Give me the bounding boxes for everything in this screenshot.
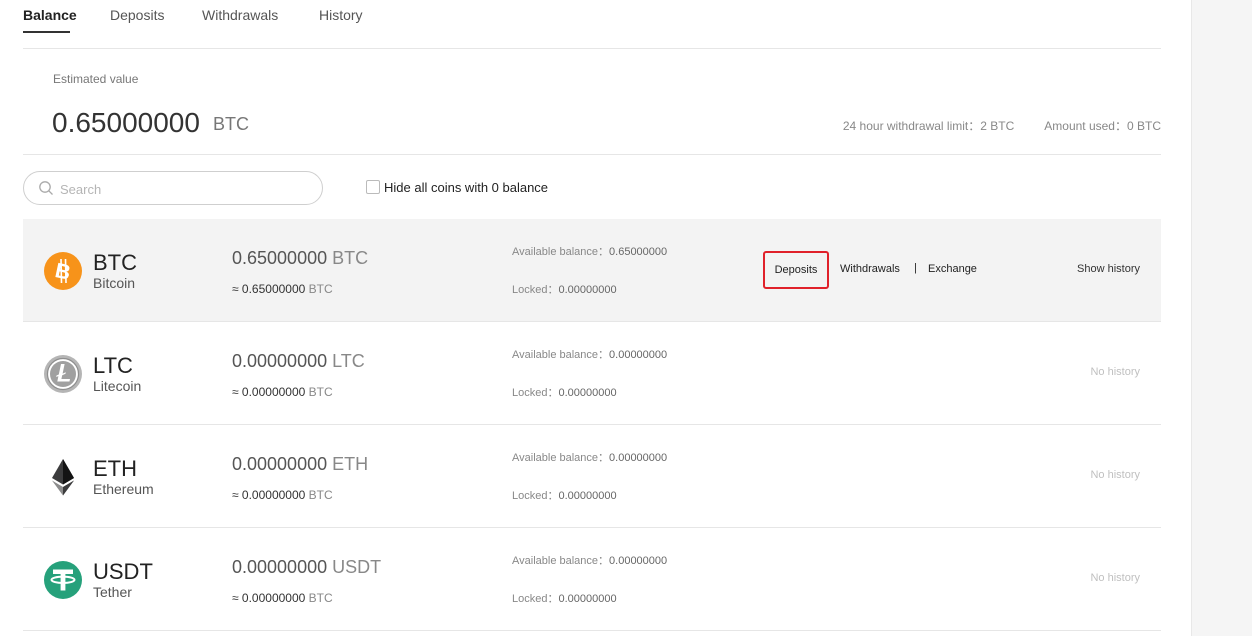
no-history-label: No history <box>1090 469 1140 481</box>
tab-balance[interactable]: Balance <box>23 6 77 24</box>
coin-name: Bitcoin <box>93 275 136 291</box>
locked-balance-label: Locked： <box>512 490 559 502</box>
hide-zero-balance-toggle[interactable]: Hide all coins with 0 balance <box>366 180 548 196</box>
tab-history[interactable]: History <box>319 6 363 24</box>
coin-balance: 0.00000000 LTC <box>232 350 365 372</box>
coin-balance-amount: 0.00000000 <box>232 454 328 474</box>
coin-row-usdt: USDT Tether 0.00000000 USDT ≈ 0.00000000… <box>23 528 1161 631</box>
available-balance-label: Available balance： <box>512 246 610 258</box>
no-history-label: No history <box>1090 572 1140 584</box>
coin-balance-unit: LTC <box>332 351 365 371</box>
bitcoin-icon: B <box>44 252 82 290</box>
available-balance: Available balance：0.00000000 <box>512 451 667 465</box>
coin-balance-amount: 0.00000000 <box>232 351 328 371</box>
locked-balance: Locked：0.00000000 <box>512 592 617 606</box>
btc-equivalent-amount: ≈ 0.00000000 <box>232 591 306 605</box>
coin-balance: 0.65000000 BTC <box>232 247 368 269</box>
available-balance-value: 0.65000000 <box>609 246 668 258</box>
locked-balance: Locked：0.00000000 <box>512 283 617 297</box>
withdrawals-button[interactable]: Withdrawals <box>840 263 900 275</box>
coin-balance: 0.00000000 ETH <box>232 453 368 475</box>
search-input[interactable] <box>58 177 312 201</box>
amount-used-label: Amount used： <box>1044 119 1127 133</box>
search-icon <box>39 181 53 195</box>
btc-equivalent-amount: ≈ 0.00000000 <box>232 488 306 502</box>
available-balance: Available balance：0.00000000 <box>512 348 667 362</box>
locked-balance-value: 0.00000000 <box>558 593 617 605</box>
coin-btc-equivalent: ≈ 0.00000000 BTC <box>232 385 333 399</box>
available-balance-label: Available balance： <box>512 349 610 361</box>
locked-balance: Locked：0.00000000 <box>512 489 617 503</box>
available-balance-value: 0.00000000 <box>609 555 668 567</box>
divider <box>23 154 1161 155</box>
coin-balance-unit: BTC <box>332 248 369 268</box>
search-box[interactable] <box>23 171 323 205</box>
btc-equivalent-unit: BTC <box>308 488 333 502</box>
coin-symbol: BTC <box>93 250 137 275</box>
estimated-value-unit: BTC <box>213 114 249 134</box>
btc-equivalent-unit: BTC <box>308 282 333 296</box>
btc-equivalent-unit: BTC <box>308 591 333 605</box>
coin-name: Ethereum <box>93 481 154 497</box>
coin-btc-equivalent: ≈ 0.00000000 BTC <box>232 488 333 502</box>
available-balance: Available balance：0.65000000 <box>512 245 667 259</box>
coin-name: Tether <box>93 584 132 600</box>
amount-used-value: 0 BTC <box>1126 119 1161 133</box>
no-history-label: No history <box>1090 366 1140 378</box>
available-balance-value: 0.00000000 <box>609 452 668 464</box>
active-tab-indicator <box>23 31 70 33</box>
coin-symbol: LTC <box>93 353 133 378</box>
withdrawal-limit-info: 24 hour withdrawal limit：2 BTC Amount use… <box>843 117 1161 134</box>
locked-balance-label: Locked： <box>512 284 559 296</box>
available-balance-label: Available balance： <box>512 555 610 567</box>
available-balance: Available balance：0.00000000 <box>512 554 667 568</box>
withdrawal-limit-value: 2 BTC <box>980 119 1015 133</box>
available-balance-value: 0.00000000 <box>609 349 668 361</box>
coin-balance: 0.00000000 USDT <box>232 556 381 578</box>
right-gutter <box>1191 0 1252 636</box>
tab-deposits[interactable]: Deposits <box>110 6 164 24</box>
locked-balance-label: Locked： <box>512 593 559 605</box>
hide-zero-label: Hide all coins with 0 balance <box>384 180 549 195</box>
exchange-button[interactable]: Exchange <box>928 263 977 275</box>
coin-btc-equivalent: ≈ 0.00000000 BTC <box>232 591 333 605</box>
estimated-value-label: Estimated value <box>53 72 139 86</box>
locked-balance-value: 0.00000000 <box>558 387 617 399</box>
action-separator: | <box>914 262 917 274</box>
locked-balance: Locked：0.00000000 <box>512 386 617 400</box>
coin-symbol: ETH <box>93 456 137 481</box>
coin-balance-unit: ETH <box>332 454 369 474</box>
tether-icon <box>44 561 82 599</box>
btc-equivalent-unit: BTC <box>308 385 333 399</box>
btc-equivalent-amount: ≈ 0.65000000 <box>232 282 306 296</box>
coin-btc-equivalent: ≈ 0.65000000 BTC <box>232 282 333 296</box>
coin-balance-amount: 0.00000000 <box>232 557 328 577</box>
litecoin-icon <box>44 355 82 393</box>
estimated-value: 0.65000000 <box>52 107 200 138</box>
hide-zero-checkbox[interactable] <box>366 180 380 194</box>
available-balance-label: Available balance： <box>512 452 610 464</box>
coin-name: Litecoin <box>93 378 142 394</box>
tab-withdrawals[interactable]: Withdrawals <box>202 6 278 24</box>
deposits-button[interactable]: Deposits <box>763 251 829 289</box>
coin-balance-unit: USDT <box>332 557 382 577</box>
coin-balance-amount: 0.65000000 <box>232 248 328 268</box>
coin-row-eth: ETH Ethereum 0.00000000 ETH ≈ 0.00000000… <box>23 425 1161 528</box>
coin-row-btc: B BTC Bitcoin 0.65000000 BTC ≈ 0.6500000… <box>23 219 1161 322</box>
wallet-main: Balance Deposits Withdrawals History Est… <box>23 0 1161 636</box>
withdrawal-limit-label: 24 hour withdrawal limit： <box>842 119 981 133</box>
locked-balance-value: 0.00000000 <box>558 284 617 296</box>
tab-bar: Balance Deposits Withdrawals History <box>23 0 1161 49</box>
ethereum-icon <box>52 459 74 496</box>
coin-row-ltc: LTC Litecoin 0.00000000 LTC ≈ 0.00000000… <box>23 322 1161 425</box>
btc-equivalent-amount: ≈ 0.00000000 <box>232 385 306 399</box>
locked-balance-value: 0.00000000 <box>558 490 617 502</box>
locked-balance-label: Locked： <box>512 387 559 399</box>
show-history-link[interactable]: Show history <box>1077 263 1140 275</box>
coin-symbol: USDT <box>93 559 153 584</box>
